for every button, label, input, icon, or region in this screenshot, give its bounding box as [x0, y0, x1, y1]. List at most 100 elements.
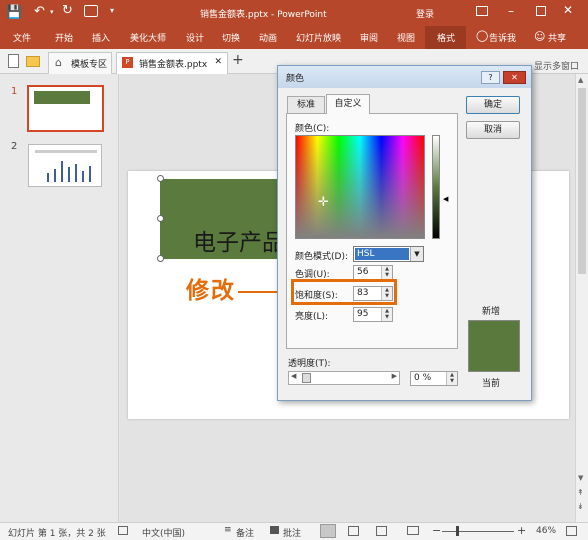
- undo-dropdown-icon[interactable]: ▾: [50, 8, 54, 16]
- tab-design[interactable]: 设计: [186, 31, 204, 44]
- login-link[interactable]: 登录: [416, 7, 434, 20]
- close-tab-icon[interactable]: ✕: [214, 57, 222, 67]
- resize-handle[interactable]: [157, 255, 164, 262]
- scroll-down-icon[interactable]: ▼: [578, 474, 583, 482]
- transparency-slider[interactable]: ◀ ▶: [288, 371, 400, 385]
- slide-thumbnail-panel: 1 2: [0, 74, 119, 522]
- transparency-value: 0 %: [414, 373, 432, 383]
- color-model-label: 颜色模式(D):: [295, 252, 348, 262]
- new-tab-button[interactable]: +: [232, 52, 244, 68]
- slide-thumbnail-1[interactable]: [27, 85, 104, 132]
- tab-beautify-master[interactable]: 美化大师: [130, 31, 166, 44]
- tell-me-box[interactable]: 告诉我: [489, 31, 516, 44]
- scroll-up-icon[interactable]: ▲: [578, 76, 583, 84]
- normal-view-icon[interactable]: [320, 524, 336, 538]
- color-model-select[interactable]: HSL ▼: [353, 246, 424, 262]
- comments-button[interactable]: 批注: [283, 526, 301, 539]
- slider-thumb[interactable]: [302, 373, 311, 383]
- dialog-close-button[interactable]: ✕: [503, 71, 526, 84]
- show-multi-window-link[interactable]: 显示多窗口: [534, 59, 579, 72]
- lightness-spin-arrows-icon[interactable]: ▲ ▼: [381, 308, 392, 321]
- close-window-icon[interactable]: ✕: [563, 3, 573, 17]
- annotation-label: 修改: [186, 278, 236, 304]
- slide-thumbnail-2[interactable]: [28, 144, 102, 187]
- thumbnail-number-2: 2: [11, 141, 18, 152]
- colors-label: 颜色(C):: [295, 124, 330, 134]
- minimize-icon[interactable]: –: [508, 4, 514, 18]
- zoom-in-button[interactable]: +: [517, 524, 526, 537]
- zoom-out-button[interactable]: −: [432, 524, 441, 537]
- transparency-spin-arrows-icon[interactable]: ▲ ▼: [446, 372, 457, 385]
- thumbnail-bar: [61, 161, 63, 182]
- slide-sorter-icon[interactable]: [348, 526, 359, 536]
- tab-standard[interactable]: 标准: [287, 96, 325, 113]
- customize-toolbar-icon[interactable]: ▾: [110, 6, 114, 15]
- save-icon[interactable]: 💾: [6, 5, 22, 20]
- template-zone-tab[interactable]: ⌂ 模板专区: [48, 52, 112, 74]
- tab-slideshow[interactable]: 幻灯片放映: [296, 31, 341, 44]
- lightbulb-icon: ◯: [476, 29, 489, 42]
- hue-value: 56: [357, 267, 369, 277]
- new-file-icon[interactable]: [8, 54, 19, 68]
- previous-slide-icon[interactable]: ↟: [577, 488, 584, 497]
- hue-spin-arrows-icon[interactable]: ▲ ▼: [381, 266, 392, 279]
- language-status[interactable]: 中文(中国): [142, 526, 185, 539]
- dialog-title-bar[interactable]: 颜色 ? ✕: [278, 66, 531, 88]
- thumbnail-title-bar: [35, 150, 97, 153]
- tab-insert[interactable]: 插入: [92, 31, 110, 44]
- zoom-level[interactable]: 46%: [536, 526, 556, 536]
- tab-file[interactable]: 文件: [13, 31, 31, 44]
- slider-right-arrow-icon[interactable]: ▶: [392, 372, 397, 380]
- fit-to-window-icon[interactable]: [566, 526, 577, 536]
- comments-icon: [270, 526, 279, 534]
- tab-format[interactable]: 格式: [437, 31, 455, 44]
- shape-text: 电子产品: [193, 230, 285, 256]
- scroll-thumb[interactable]: [578, 88, 586, 274]
- zoom-slider[interactable]: [442, 531, 514, 532]
- folder-icon[interactable]: [26, 56, 40, 67]
- tab-animations[interactable]: 动画: [259, 31, 277, 44]
- tab-transitions[interactable]: 切换: [222, 31, 240, 44]
- home-icon: ⌂: [55, 56, 62, 69]
- resize-handle[interactable]: [157, 215, 164, 222]
- current-color-label: 当前: [482, 379, 501, 389]
- vertical-scrollbar[interactable]: ▲ ▼ ↟ ↡: [575, 74, 588, 522]
- spectrum-crosshair[interactable]: ✛: [318, 196, 329, 209]
- new-color-swatch: [468, 320, 520, 372]
- help-button[interactable]: ?: [481, 71, 500, 84]
- ok-button[interactable]: 确定: [466, 96, 520, 114]
- color-model-value: HSL: [355, 248, 409, 260]
- saturation-highlight-box: [291, 279, 397, 305]
- tab-view[interactable]: 视图: [397, 31, 415, 44]
- file-tab[interactable]: P 销售金额表.pptx ✕: [116, 52, 228, 74]
- tab-review[interactable]: 审阅: [360, 31, 378, 44]
- slideshow-view-icon[interactable]: [407, 526, 419, 535]
- spell-check-icon[interactable]: [118, 526, 128, 535]
- resize-handle[interactable]: [157, 175, 164, 182]
- color-spectrum[interactable]: ✛: [295, 135, 425, 239]
- notes-icon: ≡: [224, 525, 232, 535]
- lightness-label: 亮度(L):: [295, 312, 329, 322]
- zoom-slider-thumb[interactable]: [456, 526, 459, 536]
- cancel-button[interactable]: 取消: [466, 121, 520, 139]
- lightness-arrow-icon[interactable]: ◀: [443, 195, 448, 203]
- transparency-spinner[interactable]: 0 % ▲ ▼: [410, 371, 458, 386]
- ribbon-display-icon[interactable]: [476, 6, 488, 16]
- undo-icon[interactable]: ↶: [34, 4, 45, 19]
- lightness-bar[interactable]: [432, 135, 440, 239]
- lightness-spinner[interactable]: 95 ▲ ▼: [353, 307, 393, 322]
- maximize-icon[interactable]: [536, 6, 546, 16]
- dialog-title: 颜色: [286, 74, 305, 84]
- quick-access-format-icon[interactable]: [84, 5, 98, 17]
- redo-icon[interactable]: ↻: [62, 3, 73, 18]
- share-button[interactable]: 共享: [548, 31, 566, 44]
- dropdown-arrow-icon[interactable]: ▼: [410, 247, 423, 261]
- tab-home[interactable]: 开始: [55, 31, 73, 44]
- tab-custom[interactable]: 自定义: [326, 94, 370, 114]
- notes-button[interactable]: 备注: [236, 526, 254, 539]
- slider-left-arrow-icon[interactable]: ◀: [291, 372, 296, 380]
- reading-view-icon[interactable]: [376, 526, 387, 536]
- hue-spinner[interactable]: 56 ▲ ▼: [353, 265, 393, 280]
- next-slide-icon[interactable]: ↡: [577, 502, 584, 511]
- new-color-label: 新增: [482, 307, 501, 317]
